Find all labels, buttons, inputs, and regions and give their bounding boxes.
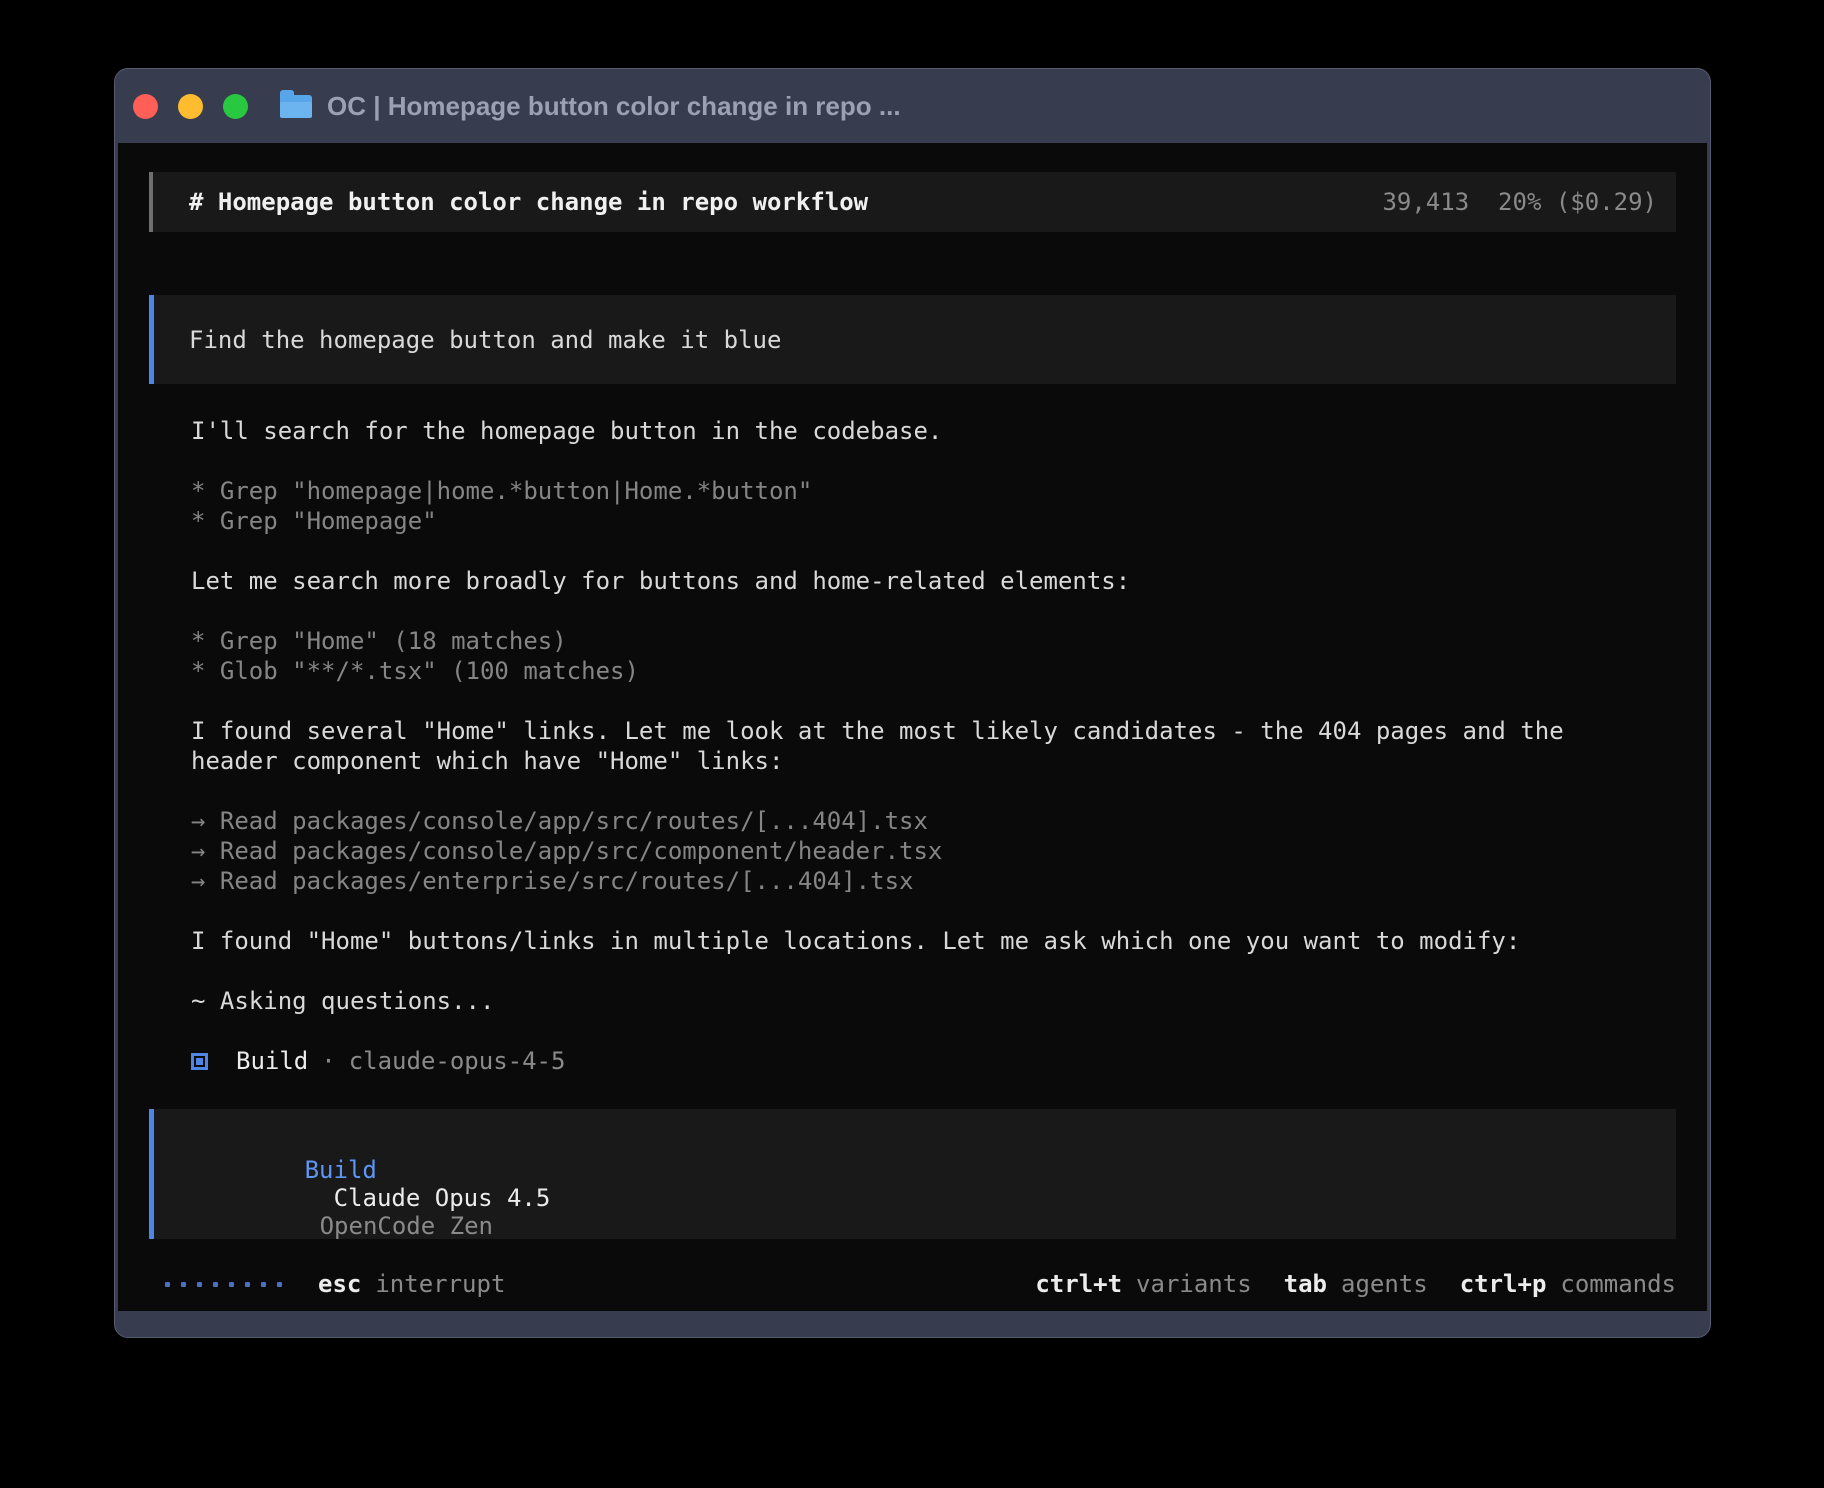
- tool-call-line: → Read packages/enterprise/src/routes/[.…: [191, 866, 1676, 896]
- terminal-content: # Homepage button color change in repo w…: [118, 143, 1707, 1311]
- folder-icon: [280, 95, 312, 118]
- tool-call-group: → Read packages/console/app/src/routes/[…: [191, 806, 1676, 896]
- spinner-dot: [229, 1282, 234, 1287]
- assistant-text-line: I found "Home" buttons/links in multiple…: [191, 926, 1676, 956]
- terminal-window: OC | Homepage button color change in rep…: [114, 68, 1711, 1338]
- agent-separator: ·: [321, 1047, 335, 1075]
- user-message-text: Find the homepage button and make it blu…: [189, 326, 781, 354]
- keyboard-shortcuts: ctrl+t variants tab agents ctrl+p commands: [1003, 1270, 1676, 1298]
- build-agent-icon: [191, 1053, 208, 1070]
- spinner-dot: [181, 1282, 186, 1287]
- shortcut-label: variants: [1136, 1270, 1252, 1298]
- user-message: Find the homepage button and make it blu…: [149, 295, 1676, 384]
- tool-call-line: * Grep "homepage|home.*button|Home.*butt…: [191, 476, 1676, 506]
- assistant-text-line: I found several "Home" links. Let me loo…: [191, 716, 1676, 746]
- assistant-text-line: header component which have "Home" links…: [191, 746, 1676, 776]
- agent-status: Build · claude-opus-4-5: [191, 1046, 1676, 1076]
- shortcut-key: tab: [1284, 1270, 1327, 1298]
- prompt-input[interactable]: Build Claude Opus 4.5 OpenCode Zen: [149, 1109, 1676, 1239]
- input-model-label[interactable]: Claude Opus 4.5: [334, 1184, 551, 1212]
- assistant-text-line: Let me search more broadly for buttons a…: [191, 566, 1676, 596]
- window-titlebar[interactable]: OC | Homepage button color change in rep…: [115, 69, 1710, 143]
- spinner-dot: [261, 1282, 266, 1287]
- close-button[interactable]: [133, 94, 158, 119]
- agent-name: Build: [236, 1047, 308, 1075]
- esc-action-label: interrupt: [375, 1270, 505, 1298]
- assistant-transcript: I'll search for the homepage button in t…: [191, 416, 1676, 1016]
- session-stats: 39,413 20% ($0.29): [1382, 188, 1657, 216]
- agent-model: claude-opus-4-5: [349, 1047, 566, 1075]
- assistant-text-line: I'll search for the homepage button in t…: [191, 416, 1676, 446]
- shortcut-commands: ctrl+p commands: [1460, 1270, 1676, 1298]
- spinner-dot: [165, 1282, 170, 1287]
- shortcut-key: ctrl+t: [1035, 1270, 1122, 1298]
- tool-call-line: → Read packages/console/app/src/routes/[…: [191, 806, 1676, 836]
- assistant-text: ~ Asking questions...: [191, 986, 1676, 1016]
- input-provider-label: OpenCode Zen: [320, 1212, 493, 1240]
- shortcut-variants: ctrl+t variants: [1035, 1270, 1251, 1298]
- spinner-dot: [245, 1282, 250, 1287]
- tool-call-line: * Grep "Homepage": [191, 506, 1676, 536]
- input-meta: Build Claude Opus 4.5 OpenCode Zen: [189, 1128, 1676, 1268]
- shortcut-label: commands: [1560, 1270, 1676, 1298]
- assistant-text: I found several "Home" links. Let me loo…: [191, 716, 1676, 776]
- build-agent-icon-core: [196, 1058, 203, 1065]
- tool-call-group: * Grep "Home" (18 matches)* Glob "**/*.t…: [191, 626, 1676, 686]
- spinner-dot: [197, 1282, 202, 1287]
- minimize-button[interactable]: [178, 94, 203, 119]
- window-title: OC | Homepage button color change in rep…: [327, 91, 901, 122]
- input-mode-label[interactable]: Build: [305, 1156, 377, 1184]
- zoom-button[interactable]: [223, 94, 248, 119]
- session-title: # Homepage button color change in repo w…: [189, 188, 868, 216]
- spinner-dot: [277, 1282, 282, 1287]
- shortcut-label: agents: [1341, 1270, 1428, 1298]
- tool-call-line: → Read packages/console/app/src/componen…: [191, 836, 1676, 866]
- assistant-text: I'll search for the homepage button in t…: [191, 416, 1676, 446]
- tool-call-line: * Grep "Home" (18 matches): [191, 626, 1676, 656]
- tool-call-line: * Glob "**/*.tsx" (100 matches): [191, 656, 1676, 686]
- esc-key-hint: esc: [318, 1270, 361, 1298]
- session-header: # Homepage button color change in repo w…: [149, 172, 1676, 232]
- assistant-text: I found "Home" buttons/links in multiple…: [191, 926, 1676, 956]
- shortcut-key: ctrl+p: [1460, 1270, 1547, 1298]
- assistant-text-line: ~ Asking questions...: [191, 986, 1676, 1016]
- shortcut-agents: tab agents: [1284, 1270, 1428, 1298]
- assistant-text: Let me search more broadly for buttons a…: [191, 566, 1676, 596]
- tool-call-group: * Grep "homepage|home.*button|Home.*butt…: [191, 476, 1676, 536]
- spinner-dot: [213, 1282, 218, 1287]
- spinner-dots: [165, 1282, 282, 1287]
- status-bar: esc interrupt ctrl+tvariantstabagentsctr…: [149, 1267, 1676, 1301]
